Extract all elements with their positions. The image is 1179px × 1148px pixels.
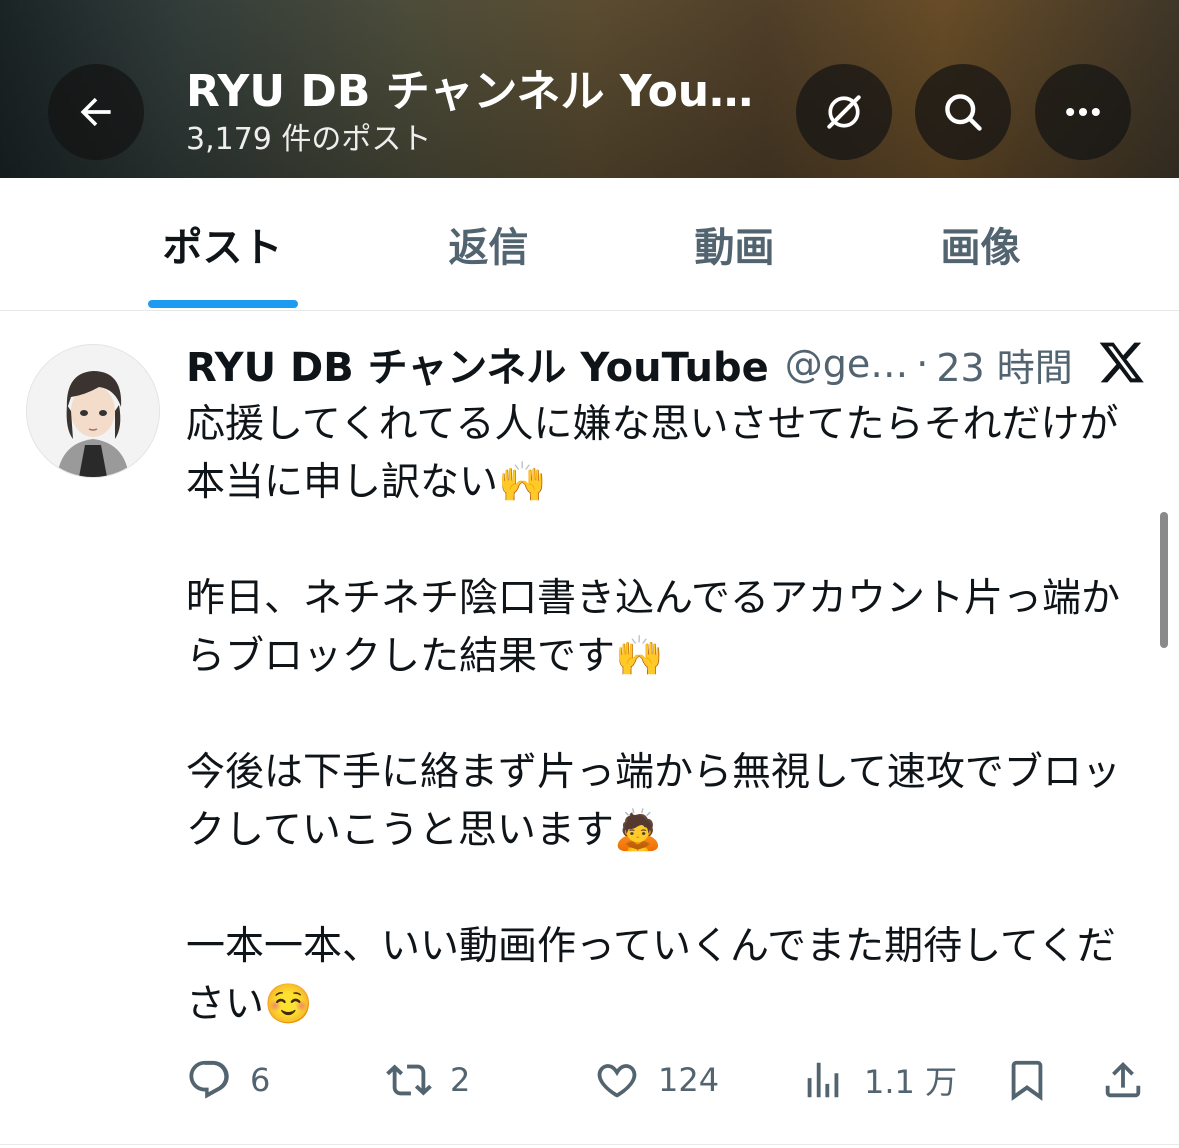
- post-paragraph: 今後は下手に絡まず片っ端から無視して速攻でブロックしていこうと思います🙇: [186, 750, 1121, 853]
- reply-count: 6: [250, 1061, 271, 1099]
- post-header: RYU DB チャンネル YouTube @ge… · 23 時間: [186, 336, 1073, 392]
- post-text: 応援してくれてる人に嫌な思いさせてたらそれだけが本当に申し訳ない🙌 昨日、ネチネ…: [186, 396, 1126, 1034]
- post-paragraph: 昨日、ネチネチ陰口書き込んでるアカウント片っ端からブロックした結果です🙌: [186, 576, 1121, 679]
- scrollbar[interactable]: [1160, 512, 1168, 648]
- grok-icon: [827, 95, 861, 129]
- search-button[interactable]: [915, 64, 1011, 160]
- active-tab-indicator: [148, 300, 298, 308]
- header-title: RYU DB チャンネル YouTube: [186, 66, 776, 117]
- tab-posts[interactable]: ポスト: [100, 178, 345, 310]
- share-button[interactable]: [1100, 1050, 1146, 1110]
- tab-videos[interactable]: 動画: [612, 178, 857, 310]
- more-icon: [1066, 107, 1100, 117]
- like-count: 124: [658, 1061, 720, 1099]
- heart-icon: [597, 1064, 637, 1098]
- separator-dot: ·: [916, 342, 929, 386]
- bookmark-button[interactable]: [1004, 1050, 1050, 1110]
- tab-replies[interactable]: 返信: [366, 178, 611, 310]
- divider: [0, 1144, 1179, 1145]
- share-icon: [1105, 1061, 1141, 1098]
- views-button[interactable]: 1.1 万: [800, 1050, 957, 1110]
- back-button[interactable]: [48, 64, 144, 160]
- views-count: 1.1 万: [864, 1063, 958, 1101]
- repost-count: 2: [450, 1061, 471, 1099]
- tab-media[interactable]: 画像: [858, 178, 1103, 310]
- search-icon: [945, 94, 982, 131]
- post-actions: 6 2 124 1.1 万: [186, 1050, 1146, 1110]
- author-handle[interactable]: @ge…: [785, 342, 909, 386]
- repost-button[interactable]: 2: [386, 1050, 470, 1110]
- bookmark-icon: [1011, 1060, 1043, 1101]
- x-logo-icon: [1099, 342, 1144, 383]
- reply-icon: [189, 1060, 229, 1099]
- like-button[interactable]: 124: [594, 1050, 719, 1110]
- views-icon: [807, 1062, 839, 1098]
- more-button[interactable]: [1035, 64, 1131, 160]
- author-name[interactable]: RYU DB チャンネル YouTube: [186, 335, 769, 393]
- header-post-count: 3,179 件のポスト: [186, 122, 432, 157]
- profile-tabs: ポスト 返信 動画 画像: [0, 178, 1179, 311]
- post-paragraph: 応援してくれてる人に嫌な思いさせてたらそれだけが本当に申し訳ない🙌: [186, 402, 1119, 505]
- avatar[interactable]: [26, 344, 160, 478]
- post-time[interactable]: 23 時間: [936, 337, 1072, 392]
- post-paragraph: 一本一本、いい動画作っていくんでまた期待してください☺️: [186, 924, 1116, 1027]
- repost-icon: [386, 1064, 432, 1096]
- reply-button[interactable]: 6: [186, 1050, 270, 1110]
- grok-button[interactable]: [796, 64, 892, 160]
- arrow-left-icon: [80, 97, 111, 127]
